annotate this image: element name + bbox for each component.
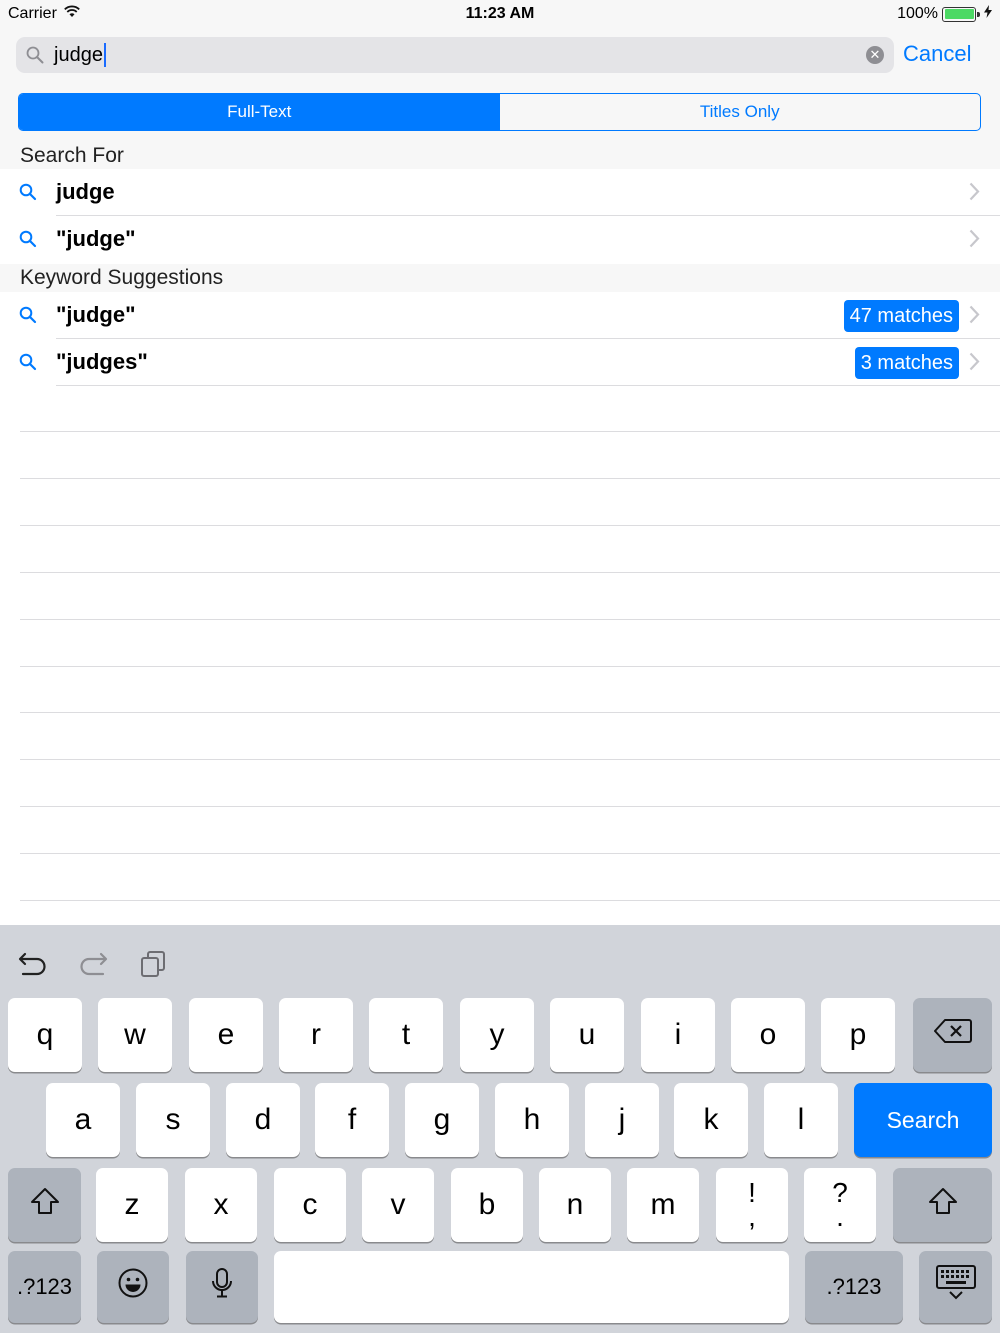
segment-titles-only[interactable]: Titles Only xyxy=(500,94,981,130)
key-bottom-char: , xyxy=(748,1201,756,1232)
empty-row-separator xyxy=(20,900,1000,901)
shift-icon xyxy=(928,1187,958,1223)
search-for-text: judge xyxy=(56,179,115,204)
key-e[interactable]: e xyxy=(189,998,263,1072)
key-question-period[interactable]: ?. xyxy=(804,1168,876,1242)
scope-segmented-control[interactable]: Full-Text Titles Only xyxy=(18,93,981,131)
search-icon xyxy=(19,353,37,376)
undo-icon[interactable] xyxy=(18,949,48,984)
key-j[interactable]: j xyxy=(585,1083,659,1157)
chevron-right-icon xyxy=(969,229,980,253)
section-header-keyword-suggestions: Keyword Suggestions xyxy=(0,264,1000,292)
empty-row-separator xyxy=(20,619,1000,620)
keyboard: q w e r t y u i o p a s d f g h j k l Se… xyxy=(0,925,1000,1333)
redo-icon[interactable] xyxy=(78,949,108,984)
keyword-suggestion-row[interactable]: "judge" 47 matches xyxy=(0,292,1000,339)
numbers-key-left[interactable]: .?123 xyxy=(8,1251,81,1323)
search-field[interactable]: judge ✕ xyxy=(16,37,894,73)
empty-row-separator xyxy=(20,478,1000,479)
key-bottom-char: . xyxy=(836,1201,844,1232)
key-z[interactable]: z xyxy=(96,1168,168,1242)
empty-row-separator xyxy=(20,431,1000,432)
space-bar[interactable] xyxy=(274,1251,789,1323)
paste-icon[interactable] xyxy=(139,949,169,984)
empty-row-separator xyxy=(20,759,1000,760)
key-m[interactable]: m xyxy=(627,1168,699,1242)
chevron-right-icon xyxy=(969,182,980,206)
keyboard-dismiss-icon xyxy=(935,1265,976,1309)
key-d[interactable]: d xyxy=(226,1083,300,1157)
backspace-icon xyxy=(933,1018,972,1052)
search-icon xyxy=(19,183,37,206)
key-q[interactable]: q xyxy=(8,998,82,1072)
battery-percent: 100% xyxy=(897,5,938,22)
dismiss-keyboard-key[interactable] xyxy=(919,1251,992,1323)
status-time: 11:23 AM xyxy=(465,5,535,22)
empty-row-separator xyxy=(20,853,1000,854)
microphone-icon xyxy=(211,1267,233,1307)
text-cursor xyxy=(103,43,106,67)
empty-row-separator xyxy=(20,712,1000,713)
magnifier-icon xyxy=(26,46,44,69)
numbers-key-right[interactable]: .?123 xyxy=(805,1251,903,1323)
key-k[interactable]: k xyxy=(674,1083,748,1157)
search-for-text: "judge" xyxy=(56,226,136,251)
key-v[interactable]: v xyxy=(362,1168,434,1242)
search-icon xyxy=(19,306,37,329)
status-bar: Carrier 11:23 AM 100% xyxy=(0,0,1000,28)
keyword-suggestion-text: "judges" xyxy=(56,349,148,374)
segment-full-text[interactable]: Full-Text xyxy=(19,94,500,130)
empty-row-separator xyxy=(20,572,1000,573)
battery-icon xyxy=(942,6,980,22)
key-a[interactable]: a xyxy=(46,1083,120,1157)
key-x[interactable]: x xyxy=(185,1168,257,1242)
key-g[interactable]: g xyxy=(405,1083,479,1157)
emoji-key[interactable] xyxy=(97,1251,169,1323)
search-key[interactable]: Search xyxy=(854,1083,992,1157)
keyword-suggestion-row[interactable]: "judges" 3 matches xyxy=(0,339,1000,386)
status-right: 100% xyxy=(897,5,992,23)
charging-bolt-icon xyxy=(984,5,992,23)
match-count-badge: 47 matches xyxy=(843,300,959,332)
search-for-row[interactable]: judge xyxy=(0,169,1000,216)
chevron-right-icon xyxy=(969,352,980,376)
search-for-row[interactable]: "judge" xyxy=(0,216,1000,263)
key-s[interactable]: s xyxy=(136,1083,210,1157)
keyword-suggestion-text: "judge" xyxy=(56,302,136,327)
key-o[interactable]: o xyxy=(731,998,805,1072)
empty-row-separator xyxy=(20,806,1000,807)
delete-key[interactable] xyxy=(913,998,992,1072)
key-p[interactable]: p xyxy=(821,998,895,1072)
battery-fill xyxy=(944,9,974,19)
shift-icon xyxy=(30,1187,60,1223)
key-f[interactable]: f xyxy=(315,1083,389,1157)
key-exclamation-comma[interactable]: !, xyxy=(716,1168,788,1242)
search-icon xyxy=(19,230,37,253)
key-h[interactable]: h xyxy=(495,1083,569,1157)
search-input[interactable]: judge xyxy=(54,43,106,67)
key-l[interactable]: l xyxy=(764,1083,838,1157)
shift-key-right[interactable] xyxy=(893,1168,992,1242)
empty-row-separator xyxy=(20,666,1000,667)
cancel-button[interactable]: Cancel xyxy=(903,41,971,67)
row-separator xyxy=(56,385,1000,386)
key-n[interactable]: n xyxy=(539,1168,611,1242)
match-count-badge: 3 matches xyxy=(854,347,959,379)
key-i[interactable]: i xyxy=(641,998,715,1072)
clear-x-icon[interactable]: ✕ xyxy=(866,46,884,64)
search-query-text: judge xyxy=(54,43,103,66)
key-w[interactable]: w xyxy=(98,998,172,1072)
key-t[interactable]: t xyxy=(369,998,443,1072)
key-r[interactable]: r xyxy=(279,998,353,1072)
empty-row-separator xyxy=(20,525,1000,526)
dictation-key[interactable] xyxy=(186,1251,258,1323)
key-y[interactable]: y xyxy=(460,998,534,1072)
shift-key-left[interactable] xyxy=(8,1168,81,1242)
section-header-search-for: Search For xyxy=(0,142,1000,170)
key-b[interactable]: b xyxy=(451,1168,523,1242)
emoji-icon xyxy=(117,1267,149,1307)
chevron-right-icon xyxy=(969,305,980,329)
key-u[interactable]: u xyxy=(550,998,624,1072)
key-c[interactable]: c xyxy=(274,1168,346,1242)
